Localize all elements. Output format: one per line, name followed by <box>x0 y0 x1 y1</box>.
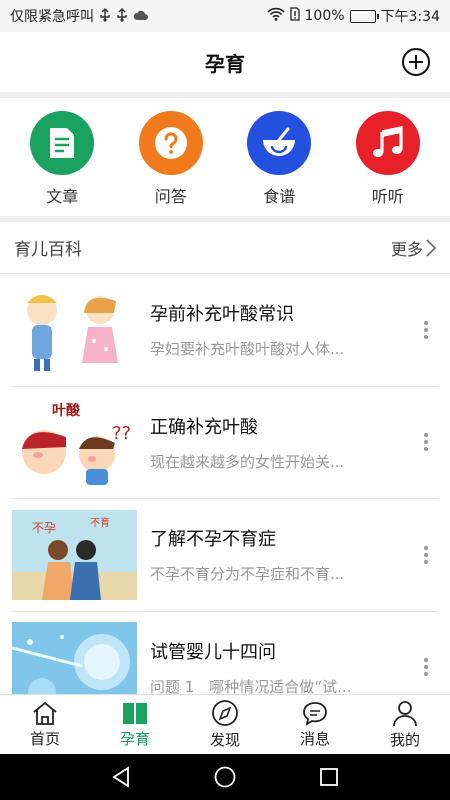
home-icon <box>33 701 57 725</box>
article-list: 孕前补充叶酸常识 孕妇要补充叶酸叶酸对人体... 叶酸 ?? 正确补充叶酸 现在… <box>0 274 450 694</box>
more-link[interactable]: 更多 <box>391 236 436 260</box>
article-icon <box>30 111 95 175</box>
section-header: 育儿百科 更多 <box>0 222 450 274</box>
article-summary: 问题 1 哪种情况适合做“试... <box>150 677 352 694</box>
thumb-text: 不孕 <box>32 521 56 535</box>
sim-alert-icon <box>289 7 300 25</box>
question-icon <box>138 111 203 175</box>
more-options-icon[interactable] <box>414 433 438 452</box>
svg-text:??: ?? <box>112 423 131 444</box>
article-title: 孕前补充叶酸常识 <box>150 304 294 326</box>
thumb-text: 叶酸 <box>52 402 81 419</box>
clock: 下午3:34 <box>380 9 440 25</box>
tab-label: 孕育 <box>119 730 150 748</box>
article-body: 试管婴儿十四问 问题 1 哪种情况适合做“试... <box>150 638 408 694</box>
article-thumbnail <box>12 284 137 375</box>
tab-pregnancy[interactable]: 孕育 <box>90 695 180 754</box>
thumb-text: 不育 <box>90 516 110 529</box>
tab-label: 发现 <box>209 731 240 749</box>
back-icon[interactable] <box>110 766 132 788</box>
recents-icon[interactable] <box>318 766 340 788</box>
article-thumbnail: 叶酸 ?? <box>12 397 137 488</box>
status-right: 100% 下午3:34 <box>266 6 440 26</box>
list-item[interactable]: 叶酸 ?? 正确补充叶酸 现在越来越多的女性开始关... <box>12 387 438 499</box>
profile-icon <box>393 701 417 727</box>
more-options-icon[interactable] <box>414 545 438 564</box>
section-title: 育儿百科 <box>14 240 82 260</box>
shortcut-listen[interactable]: 听听 <box>338 98 438 216</box>
plus-icon <box>409 55 423 69</box>
shortcut-recipes[interactable]: 食谱 <box>229 98 329 216</box>
article-title: 正确补充叶酸 <box>150 416 258 438</box>
message-icon <box>303 702 327 726</box>
music-icon <box>355 111 420 175</box>
home-circle-icon[interactable] <box>213 765 237 789</box>
battery-percent: 100% <box>304 8 345 24</box>
article-body: 了解不孕不育症 不孕不育分为不孕症和不育... <box>150 525 408 584</box>
shortcut-articles[interactable]: 文章 <box>12 98 112 216</box>
list-item[interactable]: 不孕 不育 了解不孕不育症 不孕不育分为不孕症和不育... <box>12 499 438 612</box>
shortcut-label: 问答 <box>154 187 187 206</box>
battery-icon <box>349 9 379 23</box>
chevron-right-icon <box>426 238 436 257</box>
tab-label: 首页 <box>29 730 60 748</box>
article-body: 正确补充叶酸 现在越来越多的女性开始关... <box>150 413 408 472</box>
article-title: 试管婴儿十四问 <box>150 641 276 663</box>
book-icon <box>123 703 147 724</box>
system-nav-bar <box>0 754 450 800</box>
usb-icon <box>99 7 111 25</box>
usb-icon <box>116 7 128 25</box>
status-bar: 仅限紧急呼叫 100% 下午3:34 <box>0 0 450 32</box>
carrier-text: 仅限紧急呼叫 <box>10 9 94 25</box>
more-options-icon[interactable] <box>414 658 438 677</box>
tab-discover[interactable]: 发现 <box>180 695 270 754</box>
shortcut-label: 听听 <box>371 187 404 206</box>
app-header: 孕育 <box>0 32 450 92</box>
status-left: 仅限紧急呼叫 <box>10 6 149 26</box>
article-summary: 现在越来越多的女性开始关... <box>150 452 345 471</box>
wifi-icon <box>266 7 285 25</box>
article-body: 孕前补充叶酸常识 孕妇要补充叶酸叶酸对人体... <box>150 300 408 359</box>
article-summary: 不孕不育分为不孕症和不育... <box>150 565 345 584</box>
page-title: 孕育 <box>205 51 245 76</box>
more-label: 更多 <box>390 239 423 259</box>
tab-profile[interactable]: 我的 <box>360 695 450 754</box>
tab-label: 消息 <box>299 730 330 748</box>
bowl-icon <box>247 111 312 175</box>
add-button[interactable] <box>402 48 430 76</box>
list-item[interactable]: 孕前补充叶酸常识 孕妇要补充叶酸叶酸对人体... <box>12 274 438 387</box>
cloud-icon <box>133 9 149 24</box>
article-thumbnail <box>12 622 137 694</box>
tab-home[interactable]: 首页 <box>0 695 90 754</box>
compass-icon <box>212 700 238 726</box>
shortcut-label: 文章 <box>46 187 79 206</box>
article-title: 了解不孕不育症 <box>150 529 276 551</box>
article-thumbnail: 不孕 不育 <box>12 509 137 600</box>
tab-label: 我的 <box>389 731 420 749</box>
shortcut-grid: 文章 问答 食谱 听听 <box>0 98 450 216</box>
more-options-icon[interactable] <box>414 320 438 339</box>
article-summary: 孕妇要补充叶酸叶酸对人体... <box>150 340 345 359</box>
shortcut-label: 食谱 <box>263 187 296 206</box>
tab-messages[interactable]: 消息 <box>270 695 360 754</box>
bottom-tab-bar: 首页 孕育 发现 消息 我的 <box>0 694 450 754</box>
shortcut-qa[interactable]: 问答 <box>121 98 221 216</box>
list-item[interactable]: 试管婴儿十四问 问题 1 哪种情况适合做“试... <box>12 612 438 694</box>
